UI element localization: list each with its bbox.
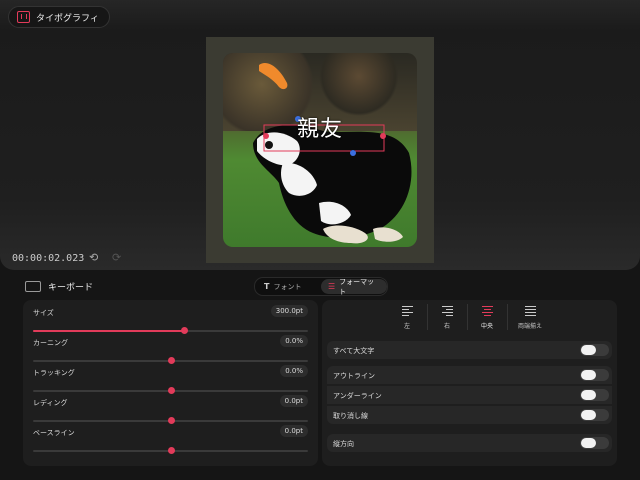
slider-knob[interactable]: [181, 327, 188, 334]
slider-label: レディング: [33, 399, 68, 407]
tab-font[interactable]: T フォント: [257, 279, 308, 294]
divider: [507, 304, 508, 330]
tab-format[interactable]: ☰ フォーマット: [321, 277, 387, 296]
slider-value[interactable]: 0.0%: [280, 335, 308, 347]
align-left-label: 左: [403, 323, 410, 330]
format-icon: ☰: [328, 282, 336, 291]
slider-knob[interactable]: [168, 357, 175, 364]
align-justify-label: 両端揃え: [517, 323, 542, 330]
align-center-button[interactable]: 中央: [467, 306, 507, 330]
underline-toggle[interactable]: [580, 389, 609, 401]
slider-value[interactable]: 0.0pt: [279, 395, 308, 407]
baseline-row: ベースライン 0.0pt: [33, 425, 308, 454]
align-left-icon: [401, 306, 413, 316]
toggle-label: アウトライン: [333, 372, 375, 380]
slider-knob[interactable]: [168, 447, 175, 454]
all-caps-toggle-row: すべて大文字: [327, 341, 612, 359]
undo-icon[interactable]: ⟲: [89, 251, 98, 264]
preview-area: タイポグラフィ 親友 00:00:02.023 ⟲ ⟳: [0, 0, 640, 270]
vertical-toggle-row: 縦方向: [327, 434, 612, 452]
redo-icon[interactable]: ⟳: [112, 251, 121, 264]
align-left-button[interactable]: 左: [387, 306, 427, 330]
align-right-button[interactable]: 右: [427, 306, 467, 330]
all-caps-toggle[interactable]: [580, 344, 609, 356]
typography-app-icon: [17, 11, 30, 23]
underline-toggle-row: アンダーライン: [327, 386, 612, 404]
slider-value[interactable]: 300.0pt: [270, 305, 308, 317]
outline-toggle-row: アウトライン: [327, 366, 612, 384]
size-row: サイズ 300.0pt: [33, 305, 308, 334]
strikethrough-toggle-row: 取り消し線: [327, 406, 612, 424]
leading-row: レディング 0.0pt: [33, 395, 308, 424]
align-center-icon: [481, 306, 493, 316]
slider-fill: [33, 330, 184, 332]
slider-panel: サイズ 300.0pt カーニング 0.0% トラッキング 0.0% レディング…: [23, 300, 318, 466]
photo-canvas[interactable]: 親友: [223, 53, 417, 247]
slider-label: サイズ: [33, 309, 54, 317]
slider-label: ベースライン: [33, 429, 75, 437]
tracking-row: トラッキング 0.0%: [33, 365, 308, 394]
text-icon: T: [264, 282, 270, 291]
vertical-toggle[interactable]: [580, 437, 609, 449]
align-justify-button[interactable]: 両端揃え: [510, 306, 550, 330]
slider-knob[interactable]: [168, 387, 175, 394]
playback-timecode: 00:00:02.023: [12, 253, 85, 264]
toggle-label: 縦方向: [333, 440, 354, 448]
strikethrough-toggle[interactable]: [580, 409, 609, 421]
tab-format-label: フォーマット: [339, 277, 375, 296]
format-panel: 左 右 中央 両端揃え すべて大文字 アウトライン アンダーライン 取り消し線: [322, 300, 617, 466]
tab-switcher: T フォント ☰ フォーマット: [254, 277, 388, 296]
align-center-label: 中央: [480, 323, 493, 330]
kerning-row: カーニング 0.0%: [33, 335, 308, 364]
keyboard-label[interactable]: キーボード: [48, 280, 93, 293]
app-title: タイポグラフィ: [36, 13, 99, 24]
slider-label: カーニング: [33, 339, 68, 347]
alignment-bar: 左 右 中央 両端揃え: [322, 300, 617, 336]
slider-value[interactable]: 0.0pt: [279, 425, 308, 437]
align-right-label: 右: [443, 323, 450, 330]
project-title-chip[interactable]: タイポグラフィ: [8, 6, 110, 28]
dog-illustration: [253, 63, 412, 244]
slider-knob[interactable]: [168, 417, 175, 424]
toggle-label: アンダーライン: [333, 392, 382, 400]
slider-value[interactable]: 0.0%: [280, 365, 308, 377]
align-justify-icon: [524, 306, 536, 316]
slider-label: トラッキング: [33, 369, 75, 377]
align-right-icon: [441, 306, 453, 316]
tab-font-label: フォント: [273, 282, 302, 291]
keyboard-icon[interactable]: [25, 281, 41, 292]
toggle-label: すべて大文字: [333, 347, 375, 355]
outline-toggle[interactable]: [580, 369, 609, 381]
canvas-overlay-text[interactable]: 親友: [223, 111, 417, 143]
toggle-label: 取り消し線: [333, 412, 368, 420]
